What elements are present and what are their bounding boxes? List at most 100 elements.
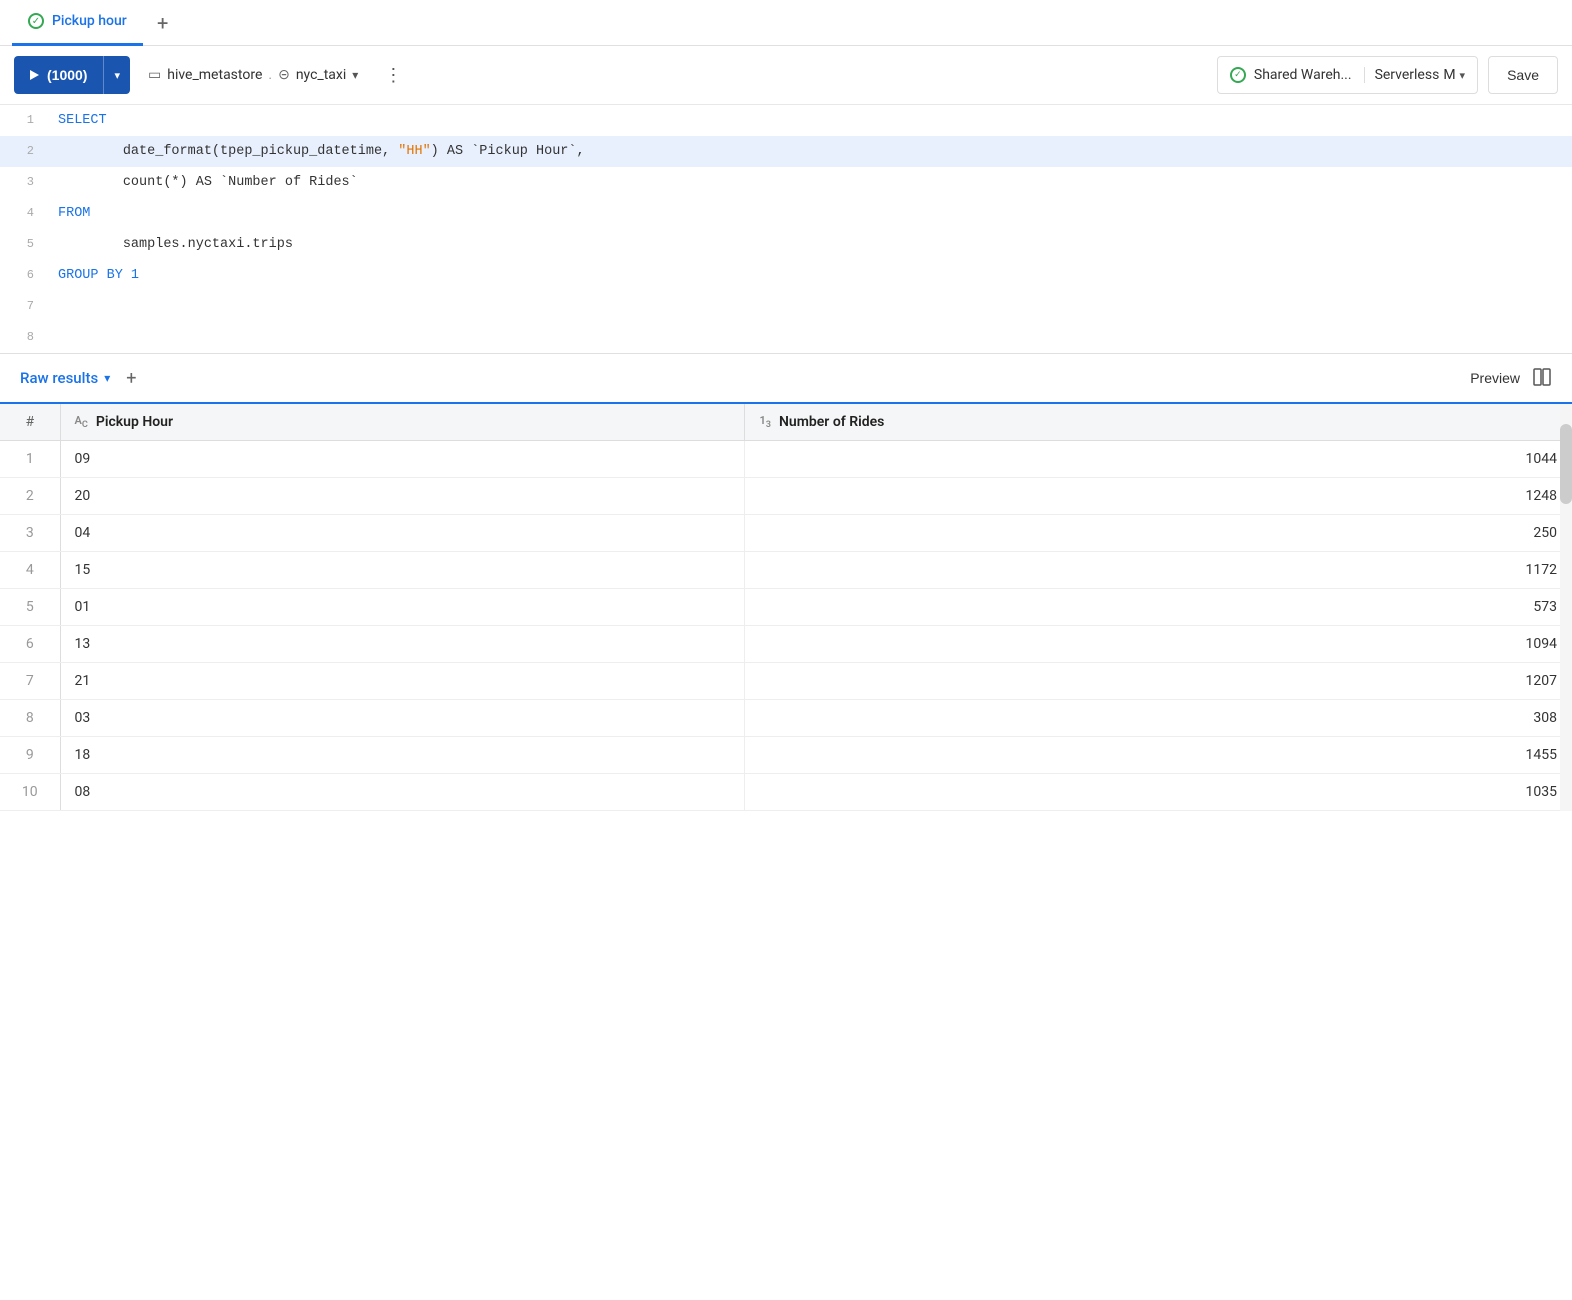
preview-button[interactable]: Preview [1462, 370, 1528, 386]
more-icon: ⋮ [384, 65, 402, 85]
code-content-7 [50, 292, 74, 322]
num-rides-cell: 573 [745, 589, 1572, 626]
catalog-name: hive_metastore [167, 67, 262, 83]
results-table: # AC Pickup Hour 13 Number of Rides 1091… [0, 404, 1572, 811]
num-rides-cell: 1172 [745, 552, 1572, 589]
run-button[interactable]: (1000) [14, 56, 103, 94]
row-number-cell: 5 [0, 589, 60, 626]
line-number-5: 5 [0, 229, 50, 259]
code-content-4: FROM [50, 199, 98, 229]
pickup-hour-cell: 01 [60, 589, 745, 626]
code-editor[interactable]: 1 SELECT 2 date_format(tpep_pickup_datet… [0, 105, 1572, 354]
num-rides-cell: 1044 [745, 441, 1572, 478]
num-rides-cell: 1207 [745, 663, 1572, 700]
scrollbar-thumb[interactable] [1560, 424, 1572, 504]
col-header-num-rides: 13 Number of Rides [745, 404, 1572, 441]
warehouse-size-select[interactable]: Serverless M ▾ [1364, 67, 1466, 83]
code-line-2: 2 date_format(tpep_pickup_datetime, "HH"… [0, 136, 1572, 167]
table-row: 4151172 [0, 552, 1572, 589]
row-number-cell: 1 [0, 441, 60, 478]
code-line-3: 3 count(*) AS `Number of Rides` [0, 167, 1572, 198]
code-line-1: 1 SELECT [0, 105, 1572, 136]
code-content-6: GROUP BY 1 [50, 261, 147, 291]
line-number-3: 3 [0, 167, 50, 197]
code-content-5: samples.nyctaxi.trips [50, 230, 301, 260]
row-number-cell: 2 [0, 478, 60, 515]
code-line-5: 5 samples.nyctaxi.trips [0, 229, 1572, 260]
code-content-8 [50, 323, 74, 353]
table-body: 1091044220124830425041511725015736131094… [0, 441, 1572, 811]
add-results-tab-button[interactable]: + [126, 368, 136, 389]
vertical-scrollbar[interactable] [1560, 404, 1572, 811]
pickup-hour-cell: 20 [60, 478, 745, 515]
num-rides-cell: 1248 [745, 478, 1572, 515]
code-content-1: SELECT [50, 106, 115, 136]
line-number-8: 8 [0, 322, 50, 352]
run-button-group: (1000) ▾ [14, 56, 130, 94]
code-line-6: 6 GROUP BY 1 [0, 260, 1572, 291]
raw-results-tab[interactable]: Raw results ▾ [16, 354, 114, 404]
num-rides-cell: 308 [745, 700, 1572, 737]
warehouse-size: M [1443, 67, 1455, 83]
table-header-row: # AC Pickup Hour 13 Number of Rides [0, 404, 1572, 441]
add-tab-button[interactable]: + [147, 7, 179, 39]
num-rides-cell: 1455 [745, 737, 1572, 774]
line-number-6: 6 [0, 260, 50, 290]
pickup-hour-cell: 18 [60, 737, 745, 774]
row-number-cell: 7 [0, 663, 60, 700]
code-content-2: date_format(tpep_pickup_datetime, "HH") … [50, 137, 593, 167]
warehouse-status-icon: ✓ [1230, 67, 1246, 83]
line-number-1: 1 [0, 105, 50, 135]
pickup-hour-cell: 15 [60, 552, 745, 589]
run-dropdown-button[interactable]: ▾ [103, 56, 130, 94]
layout-icon [1532, 367, 1552, 387]
row-number-cell: 3 [0, 515, 60, 552]
pickup-hour-cell: 03 [60, 700, 745, 737]
table-row: 2201248 [0, 478, 1572, 515]
schema-name: nyc_taxi [296, 67, 346, 83]
catalog-icon: ▭ [148, 67, 161, 83]
table-row: 7211207 [0, 663, 1572, 700]
pickup-hour-cell: 09 [60, 441, 745, 478]
play-icon [30, 70, 39, 80]
table-row: 501573 [0, 589, 1572, 626]
catalog-info: ▭ hive_metastore . ⊝ nyc_taxi ▾ [140, 67, 366, 83]
table-row: 304250 [0, 515, 1572, 552]
toolbar: (1000) ▾ ▭ hive_metastore . ⊝ nyc_taxi ▾… [0, 46, 1572, 105]
catalog-separator: . [268, 67, 272, 83]
warehouse-selector[interactable]: ✓ Shared Wareh... Serverless M ▾ [1217, 56, 1478, 94]
row-number-cell: 8 [0, 700, 60, 737]
results-table-wrap: # AC Pickup Hour 13 Number of Rides 1091… [0, 404, 1572, 811]
pickup-hour-cell: 21 [60, 663, 745, 700]
results-header: Raw results ▾ + Preview [0, 354, 1572, 404]
table-row: 10081035 [0, 774, 1572, 811]
row-number-cell: 6 [0, 626, 60, 663]
row-number-cell: 10 [0, 774, 60, 811]
col-label-num-rides: Number of Rides [779, 414, 884, 430]
num-rides-cell: 1094 [745, 626, 1572, 663]
col-label-pickup-hour: Pickup Hour [96, 414, 173, 430]
tab-pickup-hour[interactable]: ✓ Pickup hour [12, 0, 143, 46]
save-button[interactable]: Save [1488, 56, 1558, 94]
pickup-hour-cell: 08 [60, 774, 745, 811]
run-label: (1000) [47, 67, 87, 83]
schema-dropdown-icon[interactable]: ▾ [352, 68, 358, 82]
tab-status-icon: ✓ [28, 13, 44, 29]
pickup-hour-cell: 13 [60, 626, 745, 663]
more-options-button[interactable]: ⋮ [376, 66, 410, 84]
tab-bar: ✓ Pickup hour + [0, 0, 1572, 46]
results-dropdown-icon[interactable]: ▾ [104, 371, 110, 385]
table-row: 9181455 [0, 737, 1572, 774]
size-dropdown-icon: ▾ [1460, 69, 1466, 82]
layout-toggle-button[interactable] [1528, 363, 1556, 394]
line-number-2: 2 [0, 136, 50, 166]
raw-results-label: Raw results [20, 369, 98, 387]
code-content-3: count(*) AS `Number of Rides` [50, 168, 366, 198]
col-header-index: # [0, 404, 60, 441]
warehouse-type: Serverless [1375, 67, 1440, 83]
num-rides-type-icon: 13 [759, 414, 771, 430]
row-number-cell: 9 [0, 737, 60, 774]
chevron-down-icon: ▾ [114, 70, 120, 82]
line-number-7: 7 [0, 291, 50, 321]
row-number-cell: 4 [0, 552, 60, 589]
